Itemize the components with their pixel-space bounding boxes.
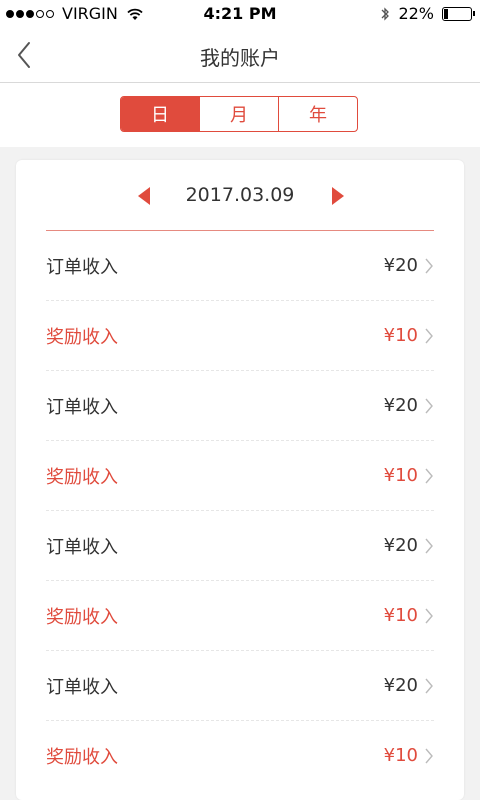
list-item[interactable]: 订单收入 ¥20: [46, 651, 434, 721]
item-amount: ¥20: [383, 675, 418, 696]
list-item[interactable]: 奖励收入 ¥10: [46, 301, 434, 371]
tab-month[interactable]: 月: [199, 97, 278, 131]
chevron-right-icon: [425, 678, 433, 693]
list-item[interactable]: 订单收入 ¥20: [46, 231, 434, 301]
item-label: 奖励收入: [46, 466, 118, 488]
tab-month-label: 月: [230, 105, 248, 126]
item-amount: ¥20: [383, 255, 418, 276]
chevron-right-icon: [425, 608, 433, 623]
item-amount: ¥10: [383, 745, 418, 766]
item-amount: ¥10: [383, 465, 418, 486]
item-amount: ¥20: [383, 395, 418, 416]
page-title: 我的账户: [200, 46, 280, 70]
period-segmented-control: 日 月 年: [120, 96, 358, 132]
account-card: 2017.03.09 订单收入 ¥20 奖励收入 ¥10 订单收入 ¥20 奖励…: [16, 160, 464, 800]
date-selector: 2017.03.09: [16, 180, 464, 212]
chevron-left-icon: [18, 42, 30, 68]
list-item[interactable]: 奖励收入 ¥10: [46, 581, 434, 651]
battery-level: [444, 8, 449, 19]
back-button[interactable]: [6, 37, 42, 73]
list-item[interactable]: 奖励收入 ¥10: [46, 721, 434, 790]
item-amount: ¥10: [383, 325, 418, 346]
item-amount: ¥10: [383, 605, 418, 626]
item-label: 奖励收入: [46, 326, 118, 348]
chevron-right-icon: [425, 748, 433, 763]
period-tab-area: 日 月 年: [0, 83, 480, 147]
next-date-arrow-icon[interactable]: [330, 186, 346, 206]
status-bar: VIRGIN 4:21 PM 22%: [0, 0, 480, 28]
item-label: 奖励收入: [46, 606, 118, 628]
battery-percent: 22%: [398, 4, 434, 23]
battery-icon: [442, 6, 475, 21]
item-amount: ¥20: [383, 535, 418, 556]
tab-year[interactable]: 年: [278, 97, 357, 131]
status-right: 22%: [380, 4, 475, 23]
income-list: 订单收入 ¥20 奖励收入 ¥10 订单收入 ¥20 奖励收入 ¥10 订单收入…: [46, 231, 434, 790]
list-item[interactable]: 订单收入 ¥20: [46, 371, 434, 441]
tab-day-label: 日: [151, 105, 169, 126]
tab-day[interactable]: 日: [121, 97, 199, 131]
navigation-bar: 我的账户: [0, 28, 480, 83]
list-item[interactable]: 订单收入 ¥20: [46, 511, 434, 581]
item-label: 订单收入: [46, 676, 118, 698]
item-label: 订单收入: [46, 256, 118, 278]
chevron-right-icon: [425, 398, 433, 413]
chevron-right-icon: [425, 328, 433, 343]
current-date: 2017.03.09: [185, 184, 295, 206]
list-item[interactable]: 奖励收入 ¥10: [46, 441, 434, 511]
chevron-right-icon: [425, 538, 433, 553]
bluetooth-icon: [381, 6, 390, 21]
item-label: 订单收入: [46, 396, 118, 418]
chevron-right-icon: [425, 468, 433, 483]
chevron-right-icon: [425, 258, 433, 273]
item-label: 订单收入: [46, 536, 118, 558]
item-label: 奖励收入: [46, 746, 118, 768]
tab-year-label: 年: [309, 105, 327, 126]
